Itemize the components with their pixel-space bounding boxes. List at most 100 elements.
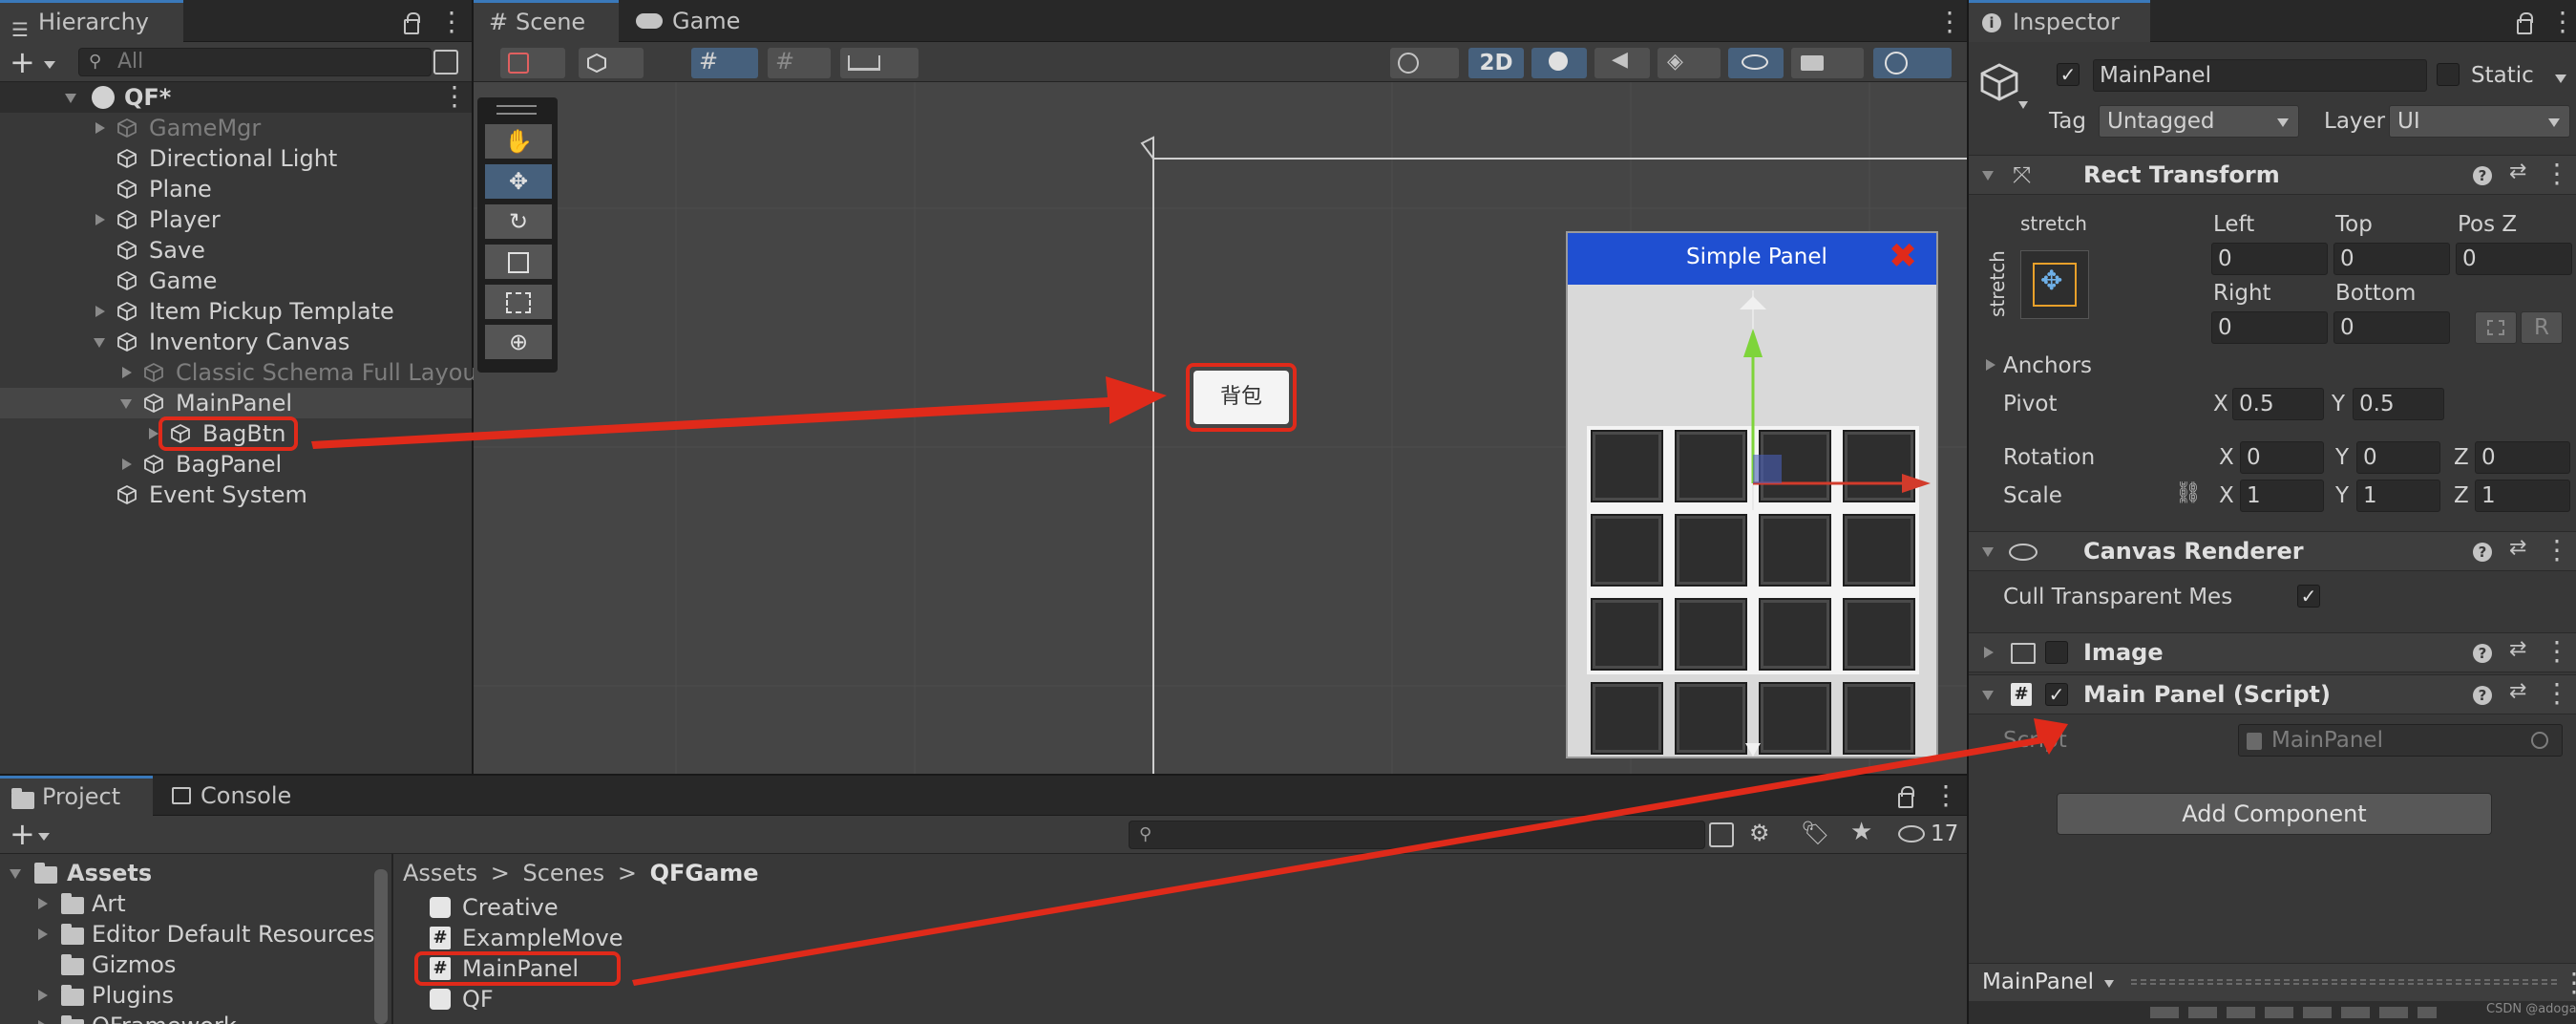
search-scope-icon[interactable] bbox=[433, 50, 458, 75]
image-header[interactable]: Image ? ⇄ bbox=[1969, 632, 2576, 672]
add-button[interactable]: + bbox=[10, 44, 59, 80]
hierarchy-item-mainpanel[interactable]: MainPanel bbox=[0, 388, 472, 418]
create-asset-button[interactable]: + bbox=[10, 816, 35, 852]
expand-arrow-icon[interactable] bbox=[1986, 359, 1995, 371]
more-menu-icon[interactable] bbox=[438, 6, 465, 37]
object-picker-icon[interactable] bbox=[2531, 732, 2548, 749]
hierarchy-item-inventory-canvas[interactable]: Inventory Canvas bbox=[0, 327, 472, 357]
anchors-label[interactable]: Anchors bbox=[2003, 353, 2092, 378]
more-menu-icon[interactable] bbox=[2549, 6, 2576, 37]
help-icon[interactable]: ? bbox=[2473, 686, 2492, 705]
expand-arrow-icon[interactable] bbox=[122, 459, 132, 470]
simple-panel[interactable]: Simple Panel ✖ bbox=[1566, 231, 1938, 758]
effects-button[interactable]: ◈ bbox=[1658, 48, 1721, 78]
lock-icon[interactable] bbox=[2517, 12, 2533, 34]
expand-arrow-icon[interactable] bbox=[95, 122, 105, 134]
presets-icon[interactable]: ⇄ bbox=[2509, 160, 2526, 183]
hierarchy-item-item-pickup-template[interactable]: Item Pickup Template bbox=[0, 296, 472, 327]
raw-edit-button[interactable]: R bbox=[2521, 311, 2563, 344]
expand-arrow-icon[interactable] bbox=[120, 399, 132, 409]
hierarchy-item-plane[interactable]: Plane bbox=[0, 174, 472, 204]
expand-arrow-icon[interactable] bbox=[38, 1020, 48, 1024]
search-scope-icon[interactable] bbox=[1709, 822, 1734, 847]
transform-tool-button[interactable]: ⊕ bbox=[485, 325, 552, 359]
hierarchy-item-directional-light[interactable]: Directional Light bbox=[0, 143, 472, 174]
pivot-x-field[interactable]: 0.5 bbox=[2232, 388, 2324, 420]
tab-game[interactable]: Game bbox=[619, 0, 762, 42]
tag-dropdown[interactable]: Untagged bbox=[2099, 105, 2299, 138]
draw-mode-button[interactable] bbox=[500, 48, 565, 78]
audio-button[interactable]: ◀ bbox=[1594, 48, 1650, 78]
chevron-down-icon[interactable] bbox=[2555, 75, 2566, 83]
expand-arrow-icon[interactable] bbox=[38, 898, 48, 909]
top-field[interactable]: 0 bbox=[2333, 243, 2450, 275]
rotation-z-field[interactable]: 0 bbox=[2475, 441, 2570, 474]
preview-menu-icon[interactable] bbox=[2561, 967, 2576, 998]
hierarchy-search-input[interactable]: ⚲ All bbox=[78, 48, 432, 76]
file-item-mainpanel[interactable]: # MainPanel bbox=[395, 953, 1967, 984]
folder-tree-item-art[interactable]: Art bbox=[0, 888, 391, 919]
file-item-creative[interactable]: Creative bbox=[395, 892, 1967, 923]
object-name-field[interactable]: MainPanel bbox=[2093, 59, 2427, 92]
hierarchy-item-bagpanel[interactable]: BagPanel bbox=[0, 449, 472, 480]
hierarchy-item-game[interactable]: Game bbox=[0, 266, 472, 296]
folder-tree-item-qframework[interactable]: QFramework bbox=[0, 1011, 391, 1024]
active-checkbox[interactable]: ✓ bbox=[2057, 63, 2080, 86]
ruler-button[interactable] bbox=[840, 48, 918, 78]
file-item-examplemove[interactable]: # ExampleMove bbox=[395, 923, 1967, 953]
filter-by-label-icon[interactable]: 🏷 bbox=[1801, 820, 1829, 846]
folder-tree-item-gizmos[interactable]: Gizmos bbox=[0, 949, 391, 980]
tab-project[interactable]: Project bbox=[0, 776, 153, 816]
hierarchy-item-save[interactable]: Save bbox=[0, 235, 472, 266]
tab-scene[interactable]: # Scene bbox=[474, 0, 619, 42]
folder-tree-item-editor-default-resources[interactable]: Editor Default Resources bbox=[0, 919, 391, 949]
palette-drag-handle[interactable] bbox=[496, 105, 537, 115]
constrain-proportions-icon[interactable]: ⛓ bbox=[2175, 481, 2202, 505]
folder-tree-item-plugins[interactable]: Plugins bbox=[0, 980, 391, 1011]
rotate-tool-button[interactable]: ↻ bbox=[485, 204, 552, 239]
grid-snap-button[interactable]: # bbox=[691, 48, 758, 78]
expand-arrow-icon[interactable] bbox=[38, 928, 48, 940]
more-menu-icon[interactable] bbox=[1936, 6, 1963, 37]
left-field[interactable]: 0 bbox=[2211, 243, 2328, 275]
help-icon[interactable]: ? bbox=[2473, 644, 2492, 663]
scale-x-field[interactable]: 1 bbox=[2240, 480, 2324, 512]
project-search-input[interactable]: ⚲ bbox=[1129, 821, 1705, 849]
favorites-star-icon[interactable]: ★ bbox=[1850, 818, 1872, 846]
expand-arrow-icon[interactable] bbox=[95, 214, 105, 225]
pivot-y-field[interactable]: 0.5 bbox=[2353, 388, 2444, 420]
scene-menu-icon[interactable] bbox=[441, 81, 468, 113]
expand-arrow-icon[interactable] bbox=[94, 338, 105, 348]
scale-y-field[interactable]: 1 bbox=[2356, 480, 2440, 512]
expand-arrow-icon[interactable] bbox=[10, 869, 21, 879]
hidden-packages-icon[interactable] bbox=[1898, 825, 1925, 843]
render-mode-button[interactable] bbox=[579, 48, 644, 78]
more-menu-icon[interactable] bbox=[1932, 779, 1959, 811]
toggle-2d-button[interactable]: 2D bbox=[1468, 48, 1524, 78]
image-enabled-checkbox[interactable] bbox=[2045, 641, 2068, 664]
camera-button[interactable] bbox=[1791, 48, 1864, 78]
component-menu-icon[interactable] bbox=[2544, 158, 2570, 189]
move-tool-button[interactable]: ✥ bbox=[485, 164, 552, 199]
hierarchy-item-event-system[interactable]: Event System bbox=[0, 480, 472, 510]
rect-tool-button[interactable] bbox=[485, 285, 552, 319]
add-component-button[interactable]: Add Component bbox=[2057, 793, 2492, 835]
anchor-presets-button[interactable]: ✥ bbox=[2020, 250, 2089, 319]
expand-arrow-icon[interactable] bbox=[1984, 647, 1994, 658]
folder-tree-item-assets[interactable]: Assets bbox=[0, 858, 391, 888]
component-menu-icon[interactable] bbox=[2544, 534, 2570, 565]
cull-transparent-checkbox[interactable]: ✓ bbox=[2297, 585, 2320, 608]
rotation-x-field[interactable]: 0 bbox=[2240, 441, 2324, 474]
lock-icon[interactable] bbox=[404, 12, 420, 34]
collapse-arrow-icon[interactable] bbox=[1982, 691, 1994, 700]
preview-resize-handle[interactable] bbox=[2131, 979, 2557, 985]
chevron-down-icon[interactable] bbox=[38, 833, 50, 841]
main-panel-script-header[interactable]: # ✓ Main Panel (Script) ? ⇄ bbox=[1969, 674, 2576, 715]
scene-root-row[interactable]: QF* bbox=[0, 81, 472, 113]
presets-icon[interactable]: ⇄ bbox=[2509, 536, 2526, 560]
expand-arrow-icon[interactable] bbox=[122, 367, 132, 378]
expand-arrow-icon[interactable] bbox=[65, 94, 76, 103]
scale-z-field[interactable]: 1 bbox=[2475, 480, 2570, 512]
move-gizmo[interactable] bbox=[1568, 233, 1936, 760]
hand-tool-button[interactable]: ✋ bbox=[485, 124, 552, 159]
